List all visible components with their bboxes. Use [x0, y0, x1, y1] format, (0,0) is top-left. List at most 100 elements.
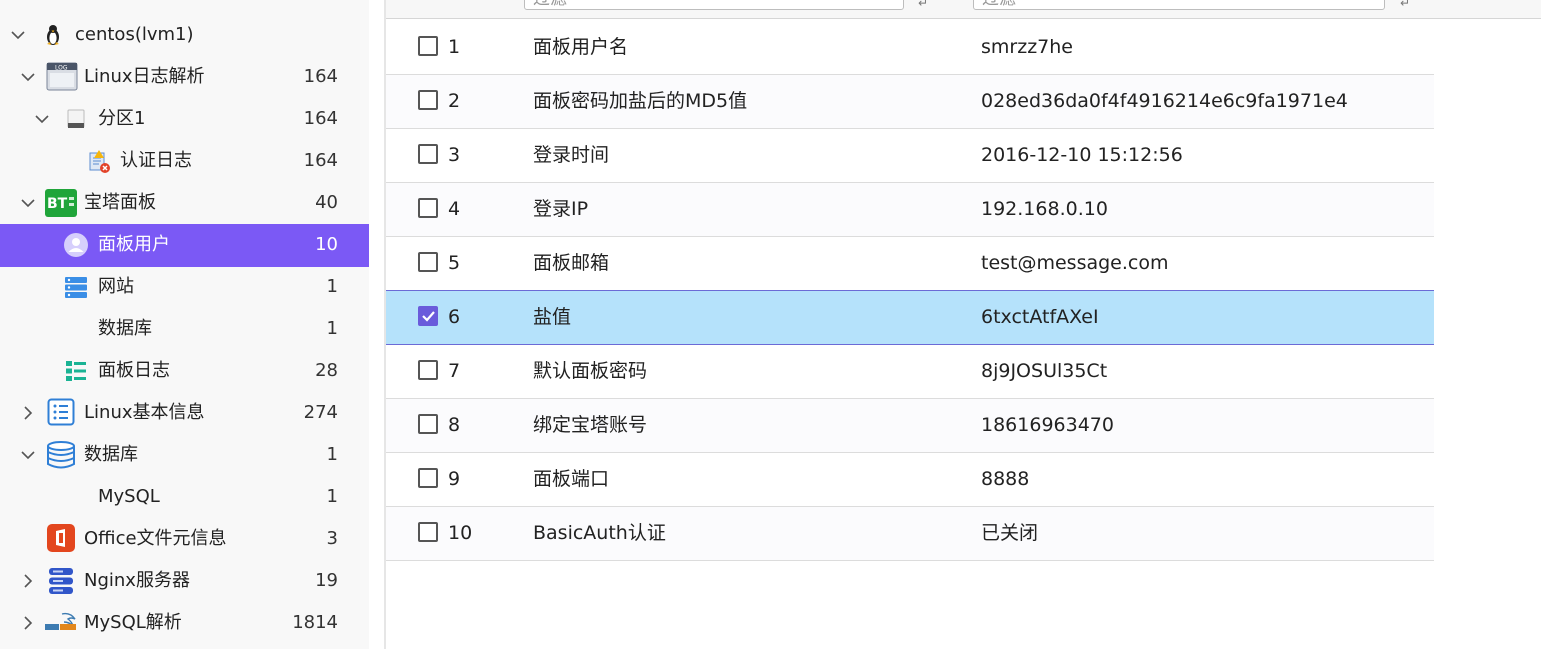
tree-node-count: 40	[315, 192, 338, 213]
table-row[interactable]: 1 面板用户名 smrzz7he	[386, 21, 1434, 75]
tree-node-count: 164	[303, 150, 338, 171]
row-checkbox[interactable]	[418, 414, 438, 434]
row-field-value: 8888	[981, 468, 1030, 490]
table-row[interactable]: 5 面板邮箱 test@message.com	[386, 237, 1434, 291]
tree-node-bt-panel[interactable]: BT 宝塔面板 40	[0, 182, 369, 224]
tree-node-label: Nginx服务器	[84, 570, 190, 591]
row-checkbox[interactable]	[418, 360, 438, 380]
chevron-right-icon[interactable]	[20, 573, 36, 589]
table-row[interactable]: 8 绑定宝塔账号 18616963470	[386, 399, 1434, 453]
row-field-value: 已关闭	[981, 522, 1039, 544]
list-log-icon	[64, 359, 88, 383]
column-filter-bar: 过滤 ↵ 过滤 ↵	[386, 0, 1541, 19]
row-field-value: 192.168.0.10	[981, 198, 1108, 220]
row-field-name: 面板密码加盐后的MD5值	[533, 90, 748, 112]
drive-icon	[64, 107, 88, 131]
tree-node-label: 数据库	[98, 318, 152, 339]
row-number: 6	[448, 306, 461, 328]
tree-node-label: 网站	[98, 276, 134, 297]
row-field-name: 默认面板密码	[533, 360, 648, 382]
tree-node-nginx[interactable]: Nginx服务器 19	[0, 560, 369, 602]
tree-node-office-meta[interactable]: Office文件元信息 3	[0, 518, 369, 560]
row-field-name: 面板邮箱	[533, 252, 610, 274]
chevron-down-icon[interactable]	[10, 27, 26, 43]
tree-node-label: 认证日志	[120, 150, 192, 171]
row-field-name: 登录时间	[533, 144, 610, 166]
navigation-tree: centos(lvm1) LOG Linux日志解析 164 分区1 164 认…	[0, 0, 369, 649]
tree-node-label: Linux基本信息	[84, 402, 205, 423]
tree-node-label: MySQL	[98, 486, 160, 507]
info-list-icon	[47, 398, 75, 426]
row-number: 8	[448, 414, 461, 436]
tree-node-count: 28	[315, 360, 338, 381]
filter-options-icon[interactable]: ↵	[918, 0, 932, 10]
tree-node-count: 1	[326, 276, 338, 297]
chevron-right-icon[interactable]	[20, 615, 36, 631]
chevron-down-icon[interactable]	[34, 111, 50, 127]
row-checkbox[interactable]	[418, 90, 438, 110]
tree-node-website[interactable]: 网站 1	[0, 266, 369, 308]
chevron-down-icon[interactable]	[20, 69, 36, 85]
chevron-down-icon[interactable]	[20, 195, 36, 211]
user-icon	[64, 233, 88, 257]
row-number: 3	[448, 144, 461, 166]
checkmark-icon	[422, 311, 435, 322]
row-field-name: BasicAuth认证	[533, 522, 666, 544]
table-row[interactable]: 10 BasicAuth认证 已关闭	[386, 507, 1434, 561]
row-field-name: 面板端口	[533, 468, 610, 490]
tree-node-label: 分区1	[98, 108, 146, 129]
filter-input-key[interactable]: 过滤	[524, 0, 904, 10]
tree-node-mysql[interactable]: MySQL 1	[0, 476, 369, 518]
tree-node-count: 1	[326, 486, 338, 507]
row-checkbox[interactable]	[418, 144, 438, 164]
table-row[interactable]: 3 登录时间 2016-12-10 15:12:56	[386, 129, 1434, 183]
row-field-value: 18616963470	[981, 414, 1114, 436]
tree-node-database[interactable]: 数据库 1	[0, 434, 369, 476]
row-checkbox[interactable]	[418, 522, 438, 542]
tree-node-label: 面板用户	[98, 234, 170, 255]
office-icon	[47, 524, 75, 552]
tree-node-linux-info[interactable]: Linux基本信息 274	[0, 392, 369, 434]
auth-log-icon	[87, 149, 111, 173]
chevron-down-icon[interactable]	[20, 447, 36, 463]
row-field-value: test@message.com	[981, 252, 1169, 274]
row-number: 10	[448, 522, 473, 544]
filter-options-icon[interactable]: ↵	[1400, 0, 1414, 10]
tree-node-count: 10	[315, 234, 338, 255]
row-checkbox[interactable]	[418, 198, 438, 218]
tree-node-mysql-parse[interactable]: MySQL解析 1814	[0, 602, 369, 644]
row-checkbox[interactable]	[418, 252, 438, 272]
nginx-server-icon	[48, 567, 74, 595]
table-row-selected[interactable]: 6 盐值 6txctAtfAXeI	[386, 290, 1434, 345]
table-row[interactable]: 2 面板密码加盐后的MD5值 028ed36da0f4f4916214e6c9f…	[386, 75, 1434, 129]
tree-node-count: 274	[303, 402, 338, 423]
tree-node-label: 宝塔面板	[84, 192, 156, 213]
row-checkbox[interactable]	[418, 468, 438, 488]
tree-node-count: 1814	[292, 612, 338, 633]
svg-text:BT: BT	[47, 196, 68, 212]
filter-input-value[interactable]: 过滤	[973, 0, 1385, 10]
tree-node-label: 数据库	[84, 444, 138, 465]
tree-node-centos[interactable]: centos(lvm1)	[0, 14, 369, 56]
row-field-value: 028ed36da0f4f4916214e6c9fa1971e4	[981, 90, 1348, 112]
tree-node-panel-users[interactable]: 面板用户 10	[0, 224, 369, 267]
tree-node-panel-log[interactable]: 面板日志 28	[0, 350, 369, 392]
linux-penguin-icon	[41, 23, 65, 47]
bt-panel-icon: BT	[45, 187, 77, 219]
row-field-name: 绑定宝塔账号	[533, 414, 648, 436]
table-row[interactable]: 4 登录IP 192.168.0.10	[386, 183, 1434, 237]
table-row[interactable]: 9 面板端口 8888	[386, 453, 1434, 507]
tree-node-bt-database[interactable]: 数据库 1	[0, 308, 369, 350]
row-number: 7	[448, 360, 461, 382]
table-row[interactable]: 7 默认面板密码 8j9JOSUl35Ct	[386, 345, 1434, 399]
tree-node-partition[interactable]: 分区1 164	[0, 98, 369, 140]
chevron-right-icon[interactable]	[20, 405, 36, 421]
row-checkbox[interactable]	[418, 36, 438, 56]
tree-node-linux-log[interactable]: LOG Linux日志解析 164	[0, 56, 369, 98]
tree-node-auth-log[interactable]: 认证日志 164	[0, 140, 369, 182]
log-file-icon: LOG	[46, 60, 78, 92]
svg-text:LOG: LOG	[55, 65, 68, 72]
row-checkbox-checked[interactable]	[418, 306, 438, 326]
row-field-name: 登录IP	[533, 198, 589, 220]
row-field-name: 面板用户名	[533, 36, 629, 58]
